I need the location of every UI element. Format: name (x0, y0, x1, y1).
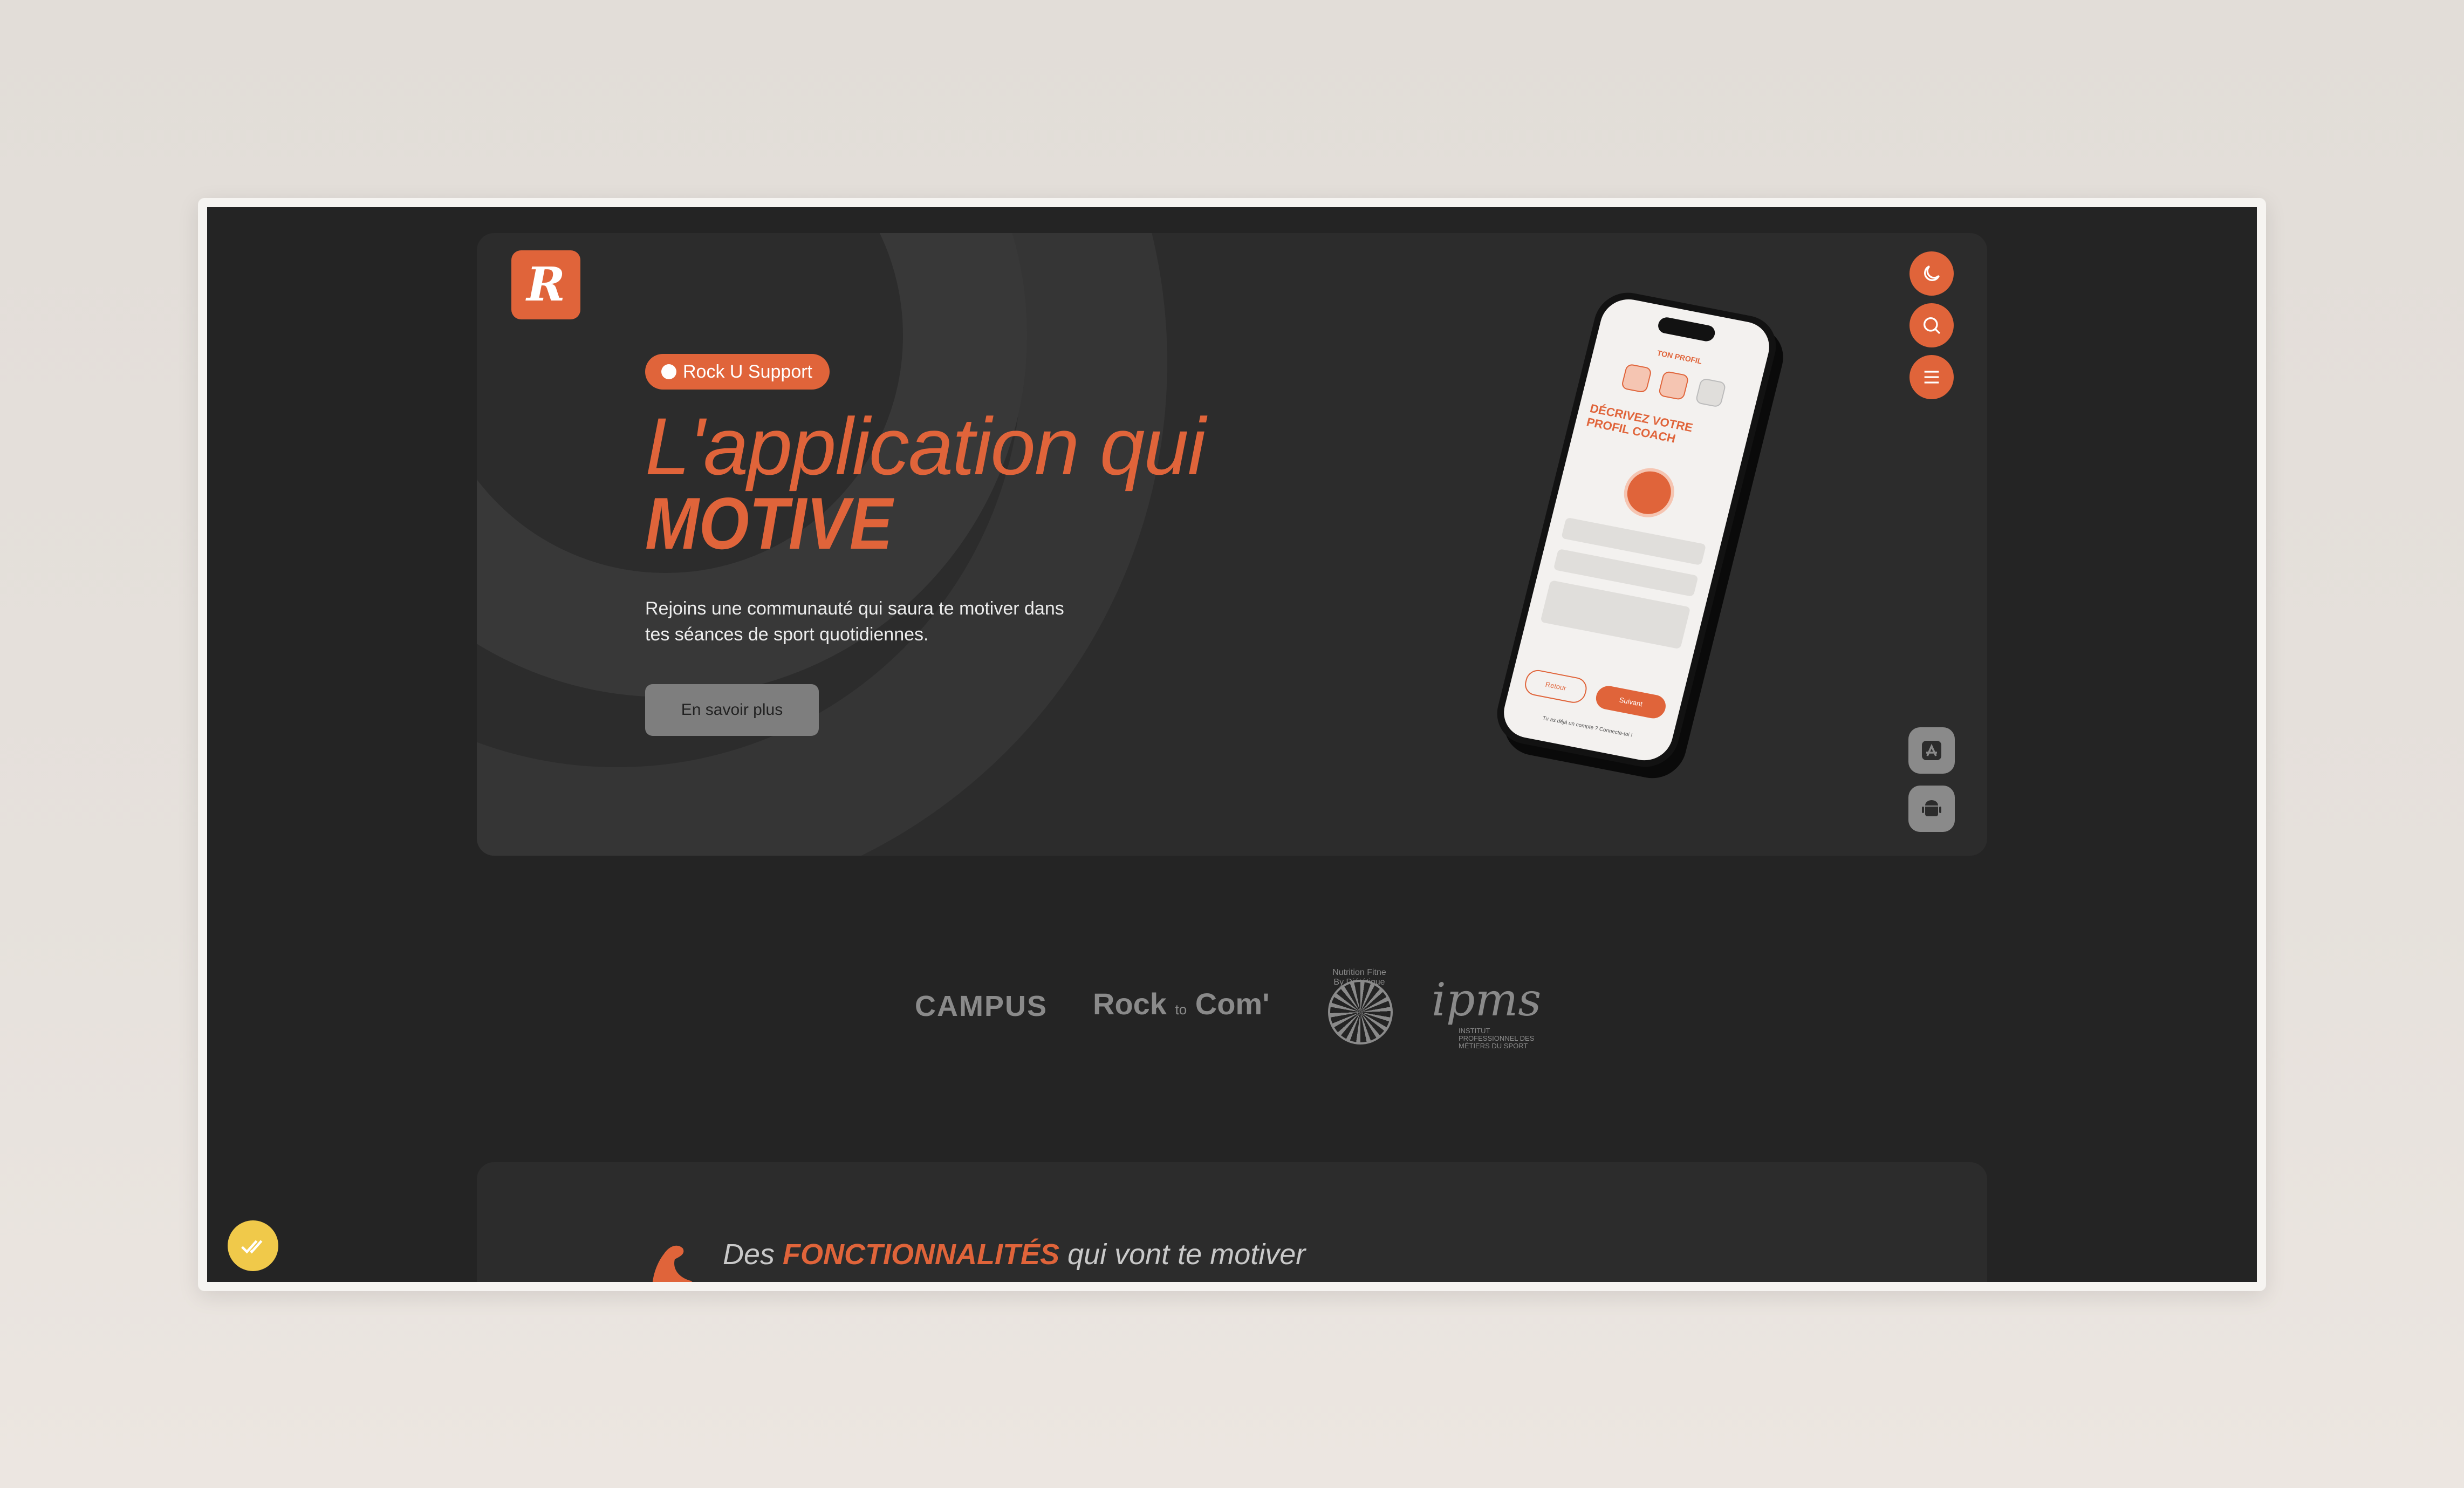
features-title: Des FONCTIONNALITÉS qui vont te motiver (723, 1238, 1305, 1271)
rock-logo-end: Com' (1195, 987, 1270, 1021)
phone-screen-header: TON PROFIL (1656, 348, 1703, 366)
partner-logo-ipms: ipms (1432, 973, 1542, 1026)
app-store-button[interactable] (1908, 727, 1955, 774)
app-store-icon (1922, 741, 1941, 760)
back-button: Retour (1522, 668, 1590, 705)
page-viewport: R Rock U Support L'application qui MOTIV… (207, 207, 2257, 1282)
progress-step (1695, 378, 1727, 408)
avatar (1618, 463, 1680, 522)
progress-step (1620, 363, 1653, 394)
search-icon (1924, 317, 1941, 335)
flexed-arm-icon (652, 1245, 693, 1282)
floating-action-button[interactable] (228, 1220, 278, 1271)
google-play-button[interactable] (1908, 786, 1955, 832)
menu-icon (1924, 371, 1939, 384)
logo-letter: R (526, 257, 565, 312)
moon-icon (1924, 265, 1940, 281)
back-button-label: Retour (1544, 680, 1568, 692)
features-title-highlight: FONCTIONNALITÉS (783, 1238, 1060, 1271)
features-title-pre: Des (723, 1238, 775, 1271)
theme-toggle-button[interactable] (1909, 251, 1954, 296)
hero-description: Rejoins une communauté qui saura te moti… (645, 598, 1064, 645)
phone-screen: TON PROFIL DÉCRIVEZ VOTRE PROFIL COACH R… (1498, 295, 1775, 765)
android-icon (1922, 800, 1941, 816)
phone-mockup: TON PROFIL DÉCRIVEZ VOTRE PROFIL COACH R… (1480, 287, 1815, 773)
partner-logo-ipms-subtitle: INSTITUT PROFESSIONNEL DES MÉTIERS DU SP… (1459, 1027, 1535, 1050)
partner-logo-campus: CAMPUS (915, 990, 1048, 1022)
rock-logo-text: Rock (1093, 987, 1167, 1021)
partner-logo-nfdi (1328, 980, 1393, 1045)
search-button[interactable] (1909, 303, 1954, 347)
phone-body: TON PROFIL DÉCRIVEZ VOTRE PROFIL COACH R… (1490, 287, 1783, 773)
features-section: Des FONCTIONNALITÉS qui vont te motiver (477, 1162, 1987, 1282)
features-title-post: qui vont te motiver (1067, 1238, 1306, 1271)
hero-title-emphasis: MOTIVE (645, 482, 893, 564)
double-check-icon (241, 1240, 263, 1254)
app-logo[interactable]: R (511, 250, 580, 319)
next-button: Suivant (1593, 684, 1668, 721)
learn-more-button[interactable]: En savoir plus (645, 684, 819, 736)
hero-title: L'application qui (645, 401, 1206, 492)
rock-logo-small: to (1175, 1001, 1187, 1018)
partner-logo-rock-to-com: Rock to Com' (1093, 986, 1270, 1021)
hero-section: R Rock U Support L'application qui MOTIV… (477, 233, 1987, 856)
menu-button[interactable] (1909, 355, 1954, 399)
phone-notch (1656, 316, 1717, 343)
next-button-label: Suivant (1618, 695, 1644, 708)
hero-badge: Rock U Support (645, 354, 830, 390)
phone-screen-heading: DÉCRIVEZ VOTRE PROFIL COACH (1585, 401, 1694, 446)
progress-step (1658, 370, 1690, 401)
